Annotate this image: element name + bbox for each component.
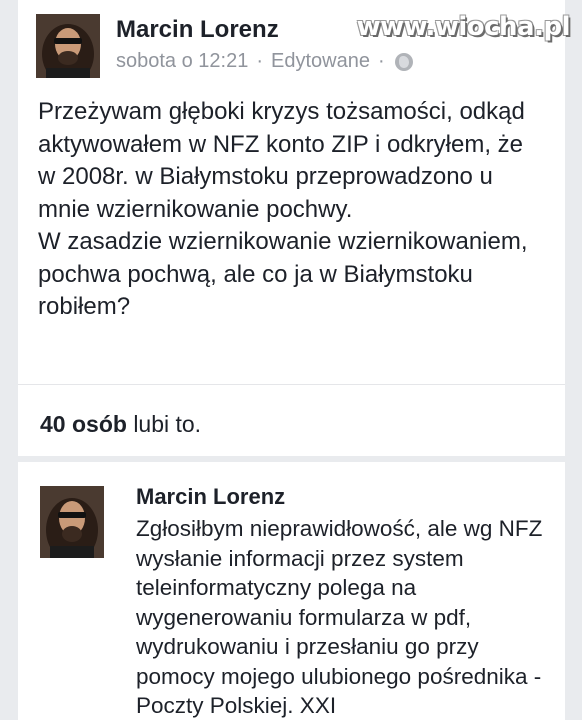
post-body: Przeżywam głęboki kryzys tożsamości, odk… xyxy=(38,96,538,324)
edited-label[interactable]: Edytowane xyxy=(271,50,370,73)
post-author-name[interactable]: Marcin Lorenz xyxy=(116,16,279,44)
meta-separator: · xyxy=(256,50,264,72)
post-paragraph: W zasadzie wziernikowanie wziernikowanie… xyxy=(38,228,528,320)
divider xyxy=(18,384,565,385)
comment-author-avatar[interactable] xyxy=(40,486,104,558)
post-card: Marcin Lorenz sobota o 12:21 · Edytowane… xyxy=(18,0,565,456)
post-paragraph: Przeżywam głęboki kryzys tożsamości, odk… xyxy=(38,98,525,223)
meta-separator-2: · xyxy=(377,50,385,72)
likes-summary[interactable]: 40 osób lubi to. xyxy=(40,411,201,438)
author-avatar[interactable] xyxy=(36,14,100,78)
post-timestamp[interactable]: sobota o 12:21 xyxy=(116,50,248,73)
post-meta: sobota o 12:21 · Edytowane · xyxy=(116,50,413,73)
likes-count[interactable]: 40 osób xyxy=(40,411,127,437)
avatar-image xyxy=(40,486,104,558)
comment-author-name[interactable]: Marcin Lorenz xyxy=(136,484,285,510)
likes-suffix: lubi to. xyxy=(133,411,202,437)
comment-text: Zgłosiłbym nieprawidłowość, ale wg NFZ w… xyxy=(136,516,543,718)
watermark-logo: www.wiocha.pl xyxy=(356,12,571,42)
globe-icon[interactable] xyxy=(394,52,413,71)
avatar-image xyxy=(36,14,100,78)
comment-card: Marcin Lorenz Zgłosiłbym nieprawidłowość… xyxy=(18,462,565,720)
